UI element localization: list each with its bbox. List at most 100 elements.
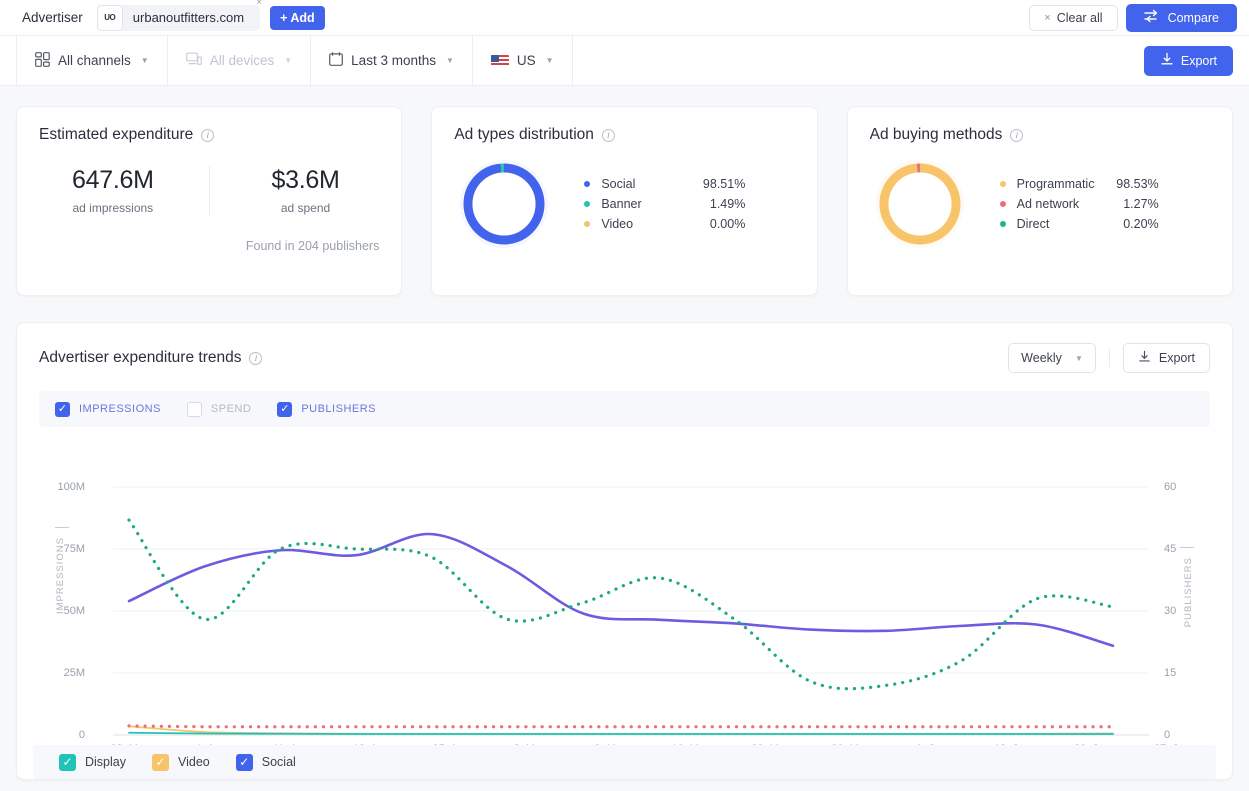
chart-series-legend: ✓ Display ✓ Video ✓ Social	[33, 745, 1216, 779]
filter-all-channels[interactable]: All channels ▼	[16, 35, 168, 86]
card-title-text: Estimated expenditure	[39, 126, 194, 143]
download-icon	[1138, 350, 1151, 366]
metric-label: PUBLISHERS	[301, 403, 377, 415]
info-icon[interactable]: i	[201, 128, 215, 142]
advertiser-favicon: UO	[96, 4, 123, 31]
card-title: Ad buying methods i	[848, 107, 1232, 144]
checkbox-icon: ✓	[277, 401, 293, 417]
series-impressions	[127, 532, 1115, 648]
stat-ad-impressions: 647.6M ad impressions	[17, 166, 209, 215]
legend-item: Programmatic 98.53%	[999, 174, 1159, 194]
trends-title-text: Advertiser expenditure trends	[39, 349, 242, 366]
legend-value: 1.27%	[1123, 197, 1159, 211]
donut-row: Programmatic 98.53% Ad network 1.27% Dir…	[848, 144, 1232, 250]
divider	[1108, 349, 1110, 367]
legend-item: Video 0.00%	[584, 214, 745, 234]
us-flag-icon	[490, 54, 509, 67]
legend-value: 98.53%	[1116, 177, 1159, 191]
calendar-icon	[329, 51, 344, 70]
metric-label: SPEND	[210, 403, 252, 415]
legend-toggle-display[interactable]: ✓ Display	[59, 753, 126, 771]
y-tick-left: 0	[78, 729, 85, 741]
legend-toggle-social[interactable]: ✓ Social	[235, 753, 296, 771]
legend-dot-icon	[999, 201, 1006, 207]
legend-value: 0.00%	[709, 217, 746, 231]
export-button-chart[interactable]: Export	[1122, 343, 1210, 373]
y-tick-left: 25M	[63, 667, 85, 679]
advertiser-domain: urbanoutfitters.com	[132, 10, 245, 25]
legend-toggle-video[interactable]: ✓ Video	[152, 753, 210, 771]
donut-row: Social 98.51% Banner 1.49% Video 0.00%	[432, 144, 816, 250]
stat-value: 647.6M	[72, 166, 154, 194]
ad-types-donut-chart	[458, 158, 550, 250]
checkbox-icon: ✓	[55, 401, 70, 417]
stat-value: $3.6M	[271, 166, 340, 194]
filter-all-devices[interactable]: All devices ▼	[168, 35, 312, 86]
legend-dot-icon	[584, 181, 591, 187]
chevron-down-icon: ▼	[445, 56, 454, 65]
granularity-label: Weekly	[1021, 351, 1062, 365]
filter-label: Last 3 months	[351, 53, 436, 68]
close-icon[interactable]: ×	[256, 0, 262, 8]
ad-types-legend: Social 98.51% Banner 1.49% Video 0.00%	[584, 174, 745, 234]
export-button-top[interactable]: Export	[1143, 45, 1233, 76]
info-icon[interactable]: i	[601, 128, 615, 142]
info-icon[interactable]: i	[249, 351, 263, 365]
export-label: Export	[1158, 351, 1195, 365]
granularity-select[interactable]: Weekly ▼	[1008, 343, 1096, 373]
compare-button[interactable]: Compare	[1125, 3, 1237, 32]
filter-date-range[interactable]: Last 3 months ▼	[311, 35, 473, 86]
stat-label: ad impressions	[72, 201, 154, 215]
card-title: Estimated expenditure i	[17, 107, 401, 144]
ad-buying-donut-chart	[874, 158, 966, 250]
legend-label: Video	[601, 217, 634, 231]
checkbox-icon	[186, 401, 202, 417]
export-label: Export	[1180, 53, 1217, 68]
card-estimated-expenditure: Estimated expenditure i 647.6M ad impres…	[16, 106, 403, 296]
add-button[interactable]: + Add	[270, 5, 325, 30]
stat-ad-spend: $3.6M ad spend	[208, 166, 402, 215]
metric-label: IMPRESSIONS	[79, 403, 161, 415]
y-tick-left: 50M	[63, 605, 85, 617]
metric-toggle-impressions[interactable]: ✓ IMPRESSIONS	[55, 401, 161, 417]
y-tick-left: 75M	[63, 543, 85, 555]
device-icon	[185, 52, 202, 69]
clear-all-label: Clear all	[1056, 10, 1103, 25]
legend-dot-icon	[999, 221, 1006, 227]
trends-panel: Advertiser expenditure trends i Weekly ▼…	[16, 322, 1233, 780]
clear-all-button[interactable]: × Clear all	[1029, 4, 1118, 31]
filter-label: All devices	[209, 53, 275, 68]
filter-country[interactable]: US ▼	[473, 35, 573, 86]
trends-controls: Weekly ▼ Export	[1008, 343, 1210, 373]
legend-value: 1.49%	[709, 197, 746, 211]
stat-group: 647.6M ad impressions $3.6M ad spend	[17, 166, 401, 215]
card-title-text: Ad types distribution	[454, 126, 594, 143]
filter-bar: All channels ▼ All devices ▼ Last 3 mont…	[0, 35, 1249, 86]
series-ad-network-dots	[127, 724, 1115, 729]
legend-dot-icon	[584, 221, 591, 227]
series-display	[128, 731, 1114, 735]
top-bar-actions: × Clear all Compare	[1029, 3, 1237, 32]
metric-toggle-bar: ✓ IMPRESSIONS SPEND ✓ PUBLISHERS	[39, 391, 1210, 427]
metric-toggle-publishers[interactable]: ✓ PUBLISHERS	[277, 401, 377, 417]
filter-label: All channels	[58, 53, 131, 68]
legend-value: 0.20%	[1123, 217, 1159, 231]
info-icon[interactable]: i	[1010, 128, 1024, 142]
trends-header: Advertiser expenditure trends i Weekly ▼…	[17, 323, 1232, 373]
advertiser-chip[interactable]: UO urbanoutfitters.com ×	[96, 0, 262, 31]
donut-svg	[875, 160, 964, 248]
chevron-down-icon: ▼	[284, 56, 293, 65]
card-ad-types-distribution: Ad types distribution i Social 98.51% Ba…	[431, 106, 818, 296]
axis-accent	[55, 527, 69, 528]
legend-label: Ad network	[1016, 197, 1080, 211]
trends-chart: IMPRESSIONS PUBLISHERS 100M 75M 50M 25M …	[17, 471, 1232, 755]
stat-label: ad spend	[280, 201, 331, 215]
chevron-down-icon: ▼	[140, 56, 149, 65]
metric-toggle-spend[interactable]: SPEND	[186, 401, 252, 417]
series-publishers	[127, 518, 1115, 691]
legend-label: Programmatic	[1016, 177, 1095, 191]
filter-label: US	[516, 53, 536, 68]
chevron-down-icon: ▼	[545, 56, 554, 65]
donut-svg	[460, 160, 549, 248]
trends-title: Advertiser expenditure trends i	[39, 349, 263, 367]
